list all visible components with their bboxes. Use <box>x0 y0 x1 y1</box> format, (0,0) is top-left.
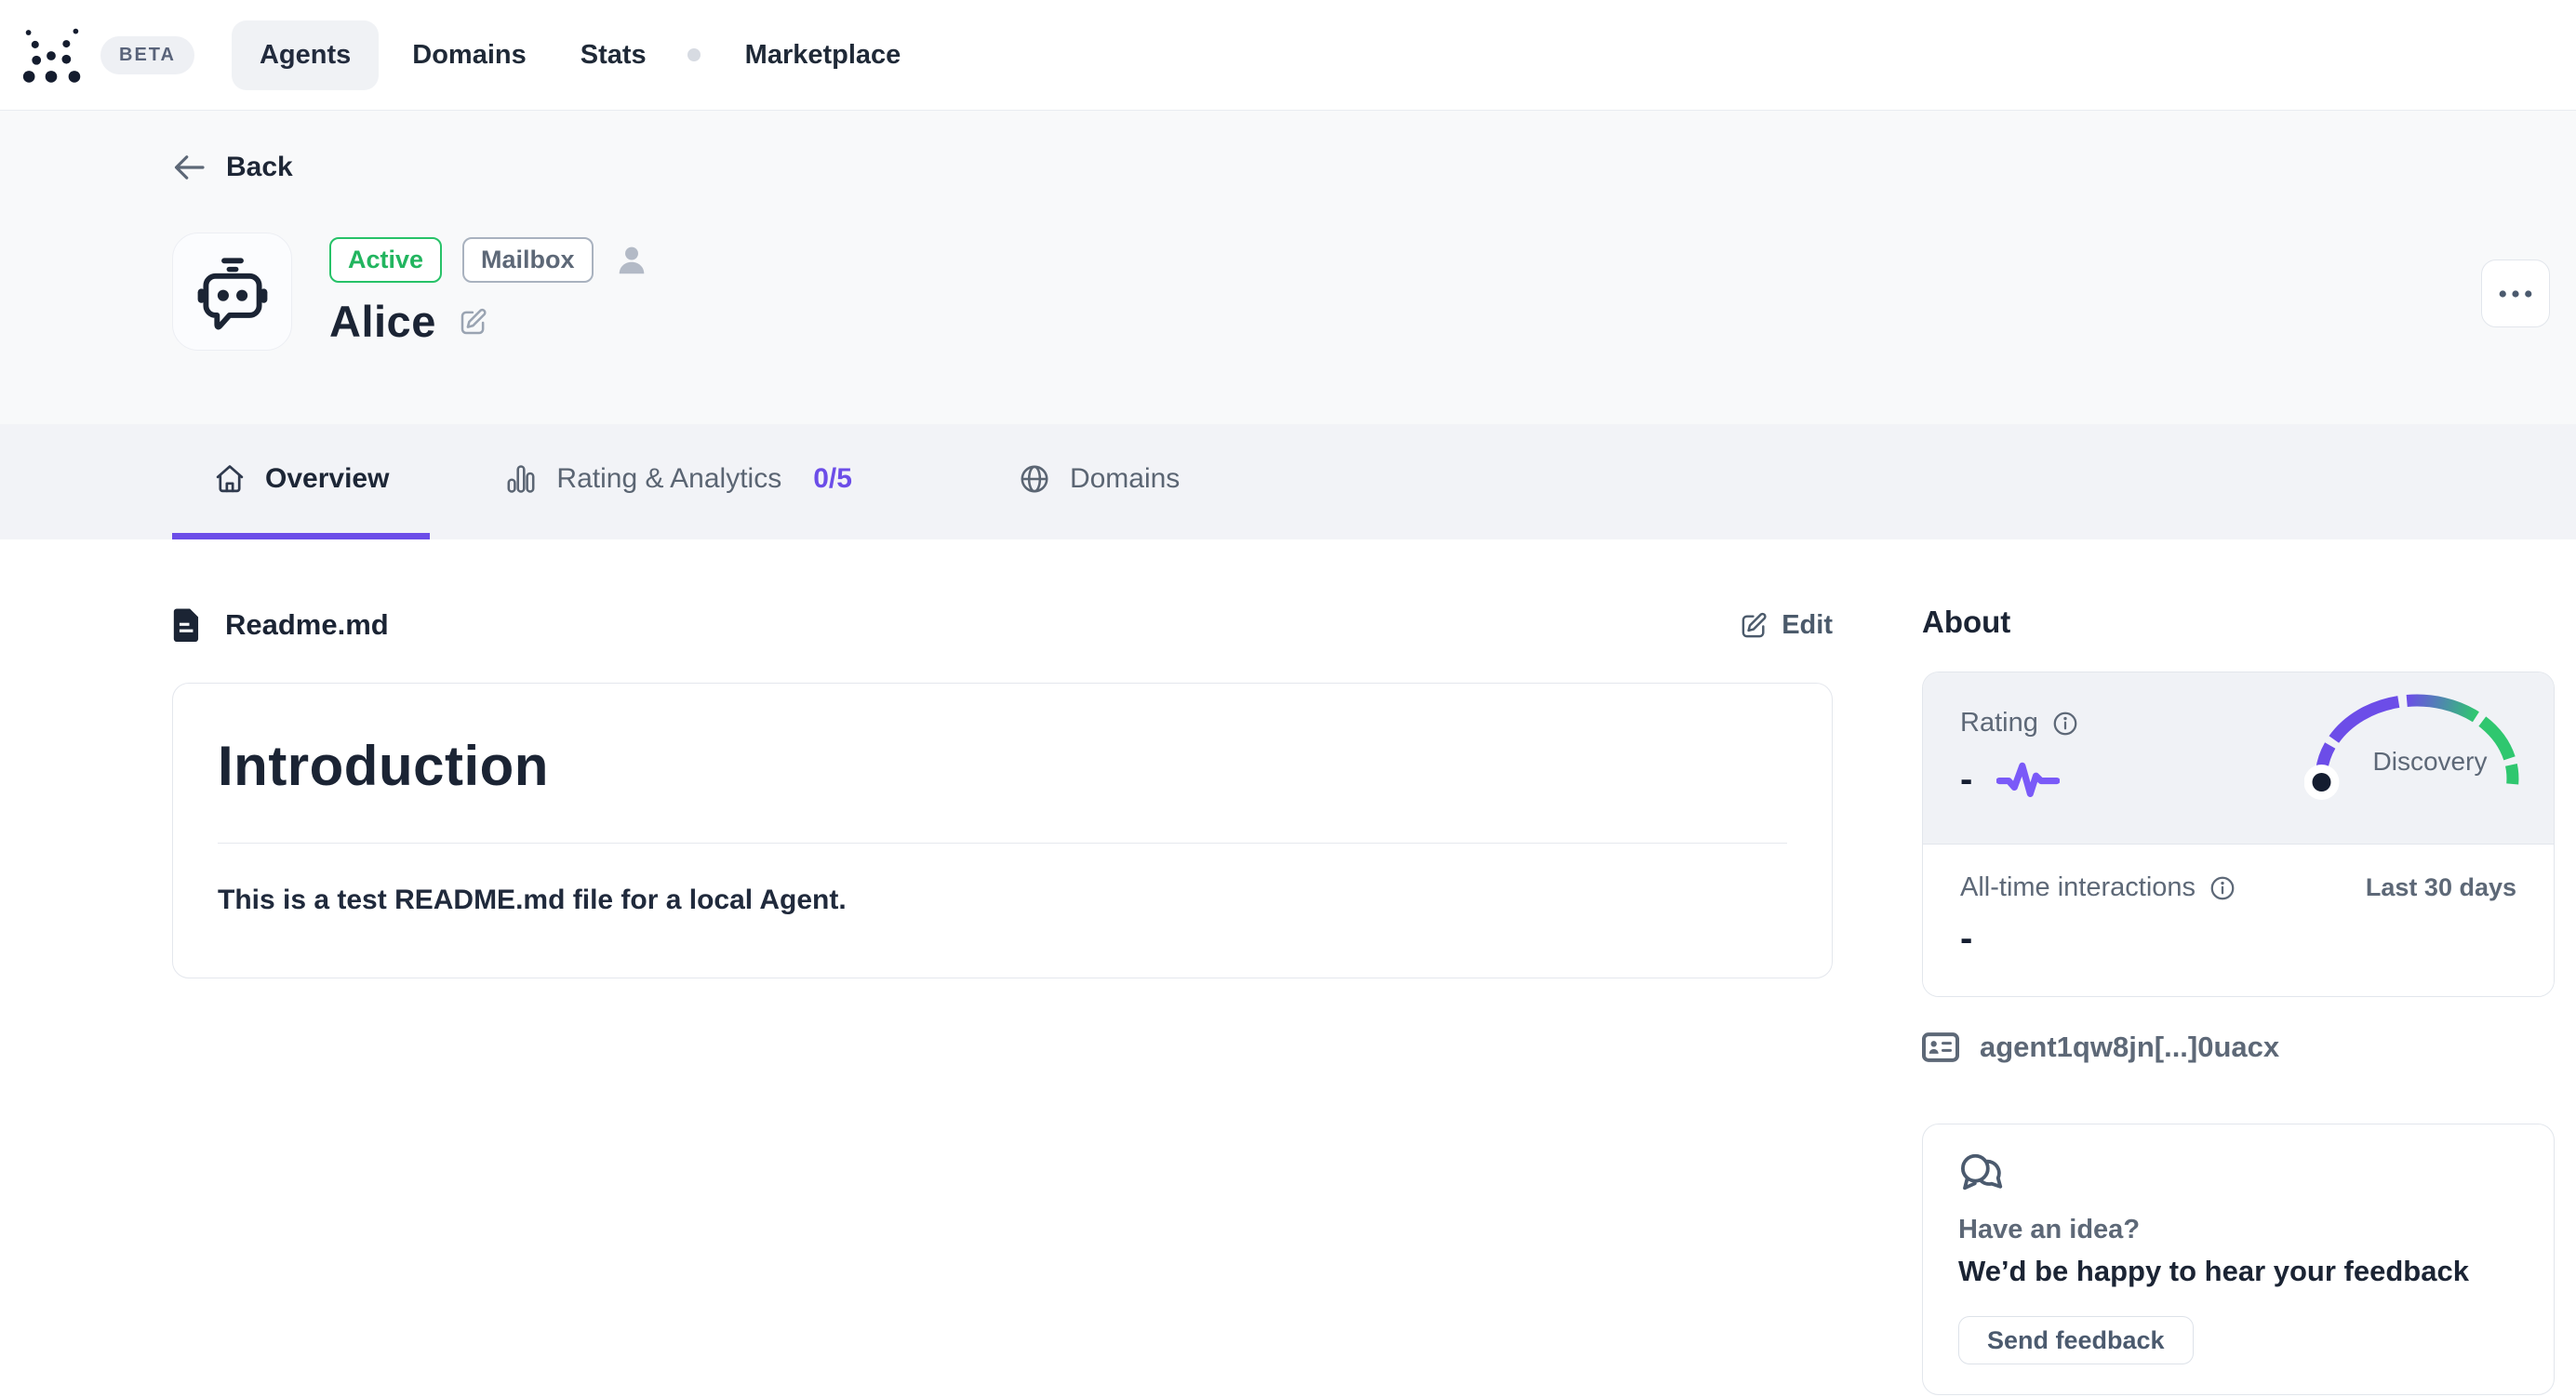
back-arrow-icon <box>172 153 206 181</box>
tab-bar: Overview Rating & Analytics 0/5 Domains <box>0 424 2576 539</box>
rating-gauge: Discovery <box>2304 693 2528 806</box>
feedback-title: Have an idea? <box>1958 1215 2518 1245</box>
agent-name-row: Alice <box>329 296 649 347</box>
info-icon[interactable] <box>2051 710 2079 738</box>
gauge-label: Discovery <box>2373 747 2488 777</box>
stats-card: Rating - <box>1922 672 2555 997</box>
readme-header-row: Readme.md Edit <box>172 606 1833 644</box>
nav-item-agents[interactable]: Agents <box>232 20 379 90</box>
edit-readme-label: Edit <box>1782 610 1833 641</box>
main-content: Readme.md Edit Introduction This is a te… <box>0 539 2576 1395</box>
rating-count: 0/5 <box>813 463 852 495</box>
tab-overview[interactable]: Overview <box>172 424 430 539</box>
info-icon[interactable] <box>2209 874 2236 902</box>
edit-readme-button[interactable]: Edit <box>1740 610 1833 641</box>
beta-badge: BETA <box>100 36 194 74</box>
bar-chart-icon <box>504 462 538 496</box>
interactions-period: Last 30 days <box>2366 873 2516 902</box>
tab-overview-label: Overview <box>265 463 389 495</box>
rating-label: Rating <box>1960 708 2038 738</box>
rating-value: - <box>1960 761 1972 798</box>
feedback-subtitle: We’d be happy to hear your feedback <box>1958 1255 2518 1288</box>
agent-name: Alice <box>329 296 436 347</box>
agent-header: Back Active Mailbox <box>0 111 2576 424</box>
tab-rating-label: Rating & Analytics <box>556 463 781 495</box>
agentverse-app: BETA Agents Domains Stats Marketplace Ba… <box>0 0 2576 1397</box>
readme-card: Introduction This is a test README.md fi… <box>172 683 1833 978</box>
readme-body: This is a test README.md file for a loca… <box>218 885 1787 916</box>
top-nav: BETA Agents Domains Stats Marketplace <box>0 0 2576 111</box>
tab-domains-label: Domains <box>1070 463 1180 495</box>
agent-address-row[interactable]: agent1qw8jn[...]0uacx <box>1922 1031 2555 1064</box>
about-sidebar: About Rating - <box>1922 539 2555 1395</box>
badge-row: Active Mailbox <box>329 237 649 283</box>
agent-avatar <box>172 233 292 351</box>
ellipsis-icon <box>2499 289 2532 299</box>
more-options-button[interactable] <box>2481 259 2550 327</box>
back-link[interactable]: Back <box>172 152 293 183</box>
tab-rating-analytics[interactable]: Rating & Analytics 0/5 <box>463 424 893 539</box>
edit-icon <box>1740 611 1768 640</box>
readme-section: Readme.md Edit Introduction This is a te… <box>172 539 1833 978</box>
back-label: Back <box>226 152 293 183</box>
nav-item-marketplace[interactable]: Marketplace <box>745 20 901 90</box>
nav-separator-dot <box>687 48 701 61</box>
brand: BETA <box>19 24 194 86</box>
robot-icon <box>192 251 274 333</box>
agent-meta: Active Mailbox Alice <box>329 233 649 351</box>
nav-item-domains[interactable]: Domains <box>412 20 526 90</box>
chat-bubbles-icon <box>1958 1151 2009 1195</box>
about-title: About <box>1922 605 2555 640</box>
agent-address: agent1qw8jn[...]0uacx <box>1980 1031 2279 1064</box>
interactions-value: - <box>1960 920 2516 957</box>
edit-name-icon[interactable] <box>459 307 488 337</box>
pulse-icon <box>1996 759 2060 800</box>
document-icon <box>172 606 203 644</box>
interactions-label: All-time interactions <box>1960 872 2196 903</box>
globe-icon <box>1018 462 1051 496</box>
nav-item-stats[interactable]: Stats <box>581 20 647 90</box>
send-feedback-button[interactable]: Send feedback <box>1958 1316 2194 1364</box>
status-badge-active: Active <box>329 237 442 283</box>
rating-section: Rating - <box>1923 672 2554 844</box>
tab-domains[interactable]: Domains <box>977 424 1221 539</box>
main-nav: Agents Domains Stats Marketplace <box>232 20 901 90</box>
readme-divider <box>218 843 1787 844</box>
interactions-section: All-time interactions Last 30 days - <box>1923 844 2554 996</box>
owner-person-icon <box>614 243 649 278</box>
feedback-card: Have an idea? We’d be happy to hear your… <box>1922 1124 2555 1395</box>
readme-title: Introduction <box>218 734 1787 798</box>
readme-file-title: Readme.md <box>172 606 389 644</box>
agent-identity: Active Mailbox Alice <box>172 233 2550 351</box>
logo-icon[interactable] <box>19 24 86 86</box>
id-card-icon <box>1922 1032 1959 1062</box>
home-icon <box>213 462 247 496</box>
type-badge-mailbox: Mailbox <box>462 237 594 283</box>
interactions-label-row: All-time interactions Last 30 days <box>1960 872 2516 903</box>
readme-filename: Readme.md <box>225 608 389 642</box>
